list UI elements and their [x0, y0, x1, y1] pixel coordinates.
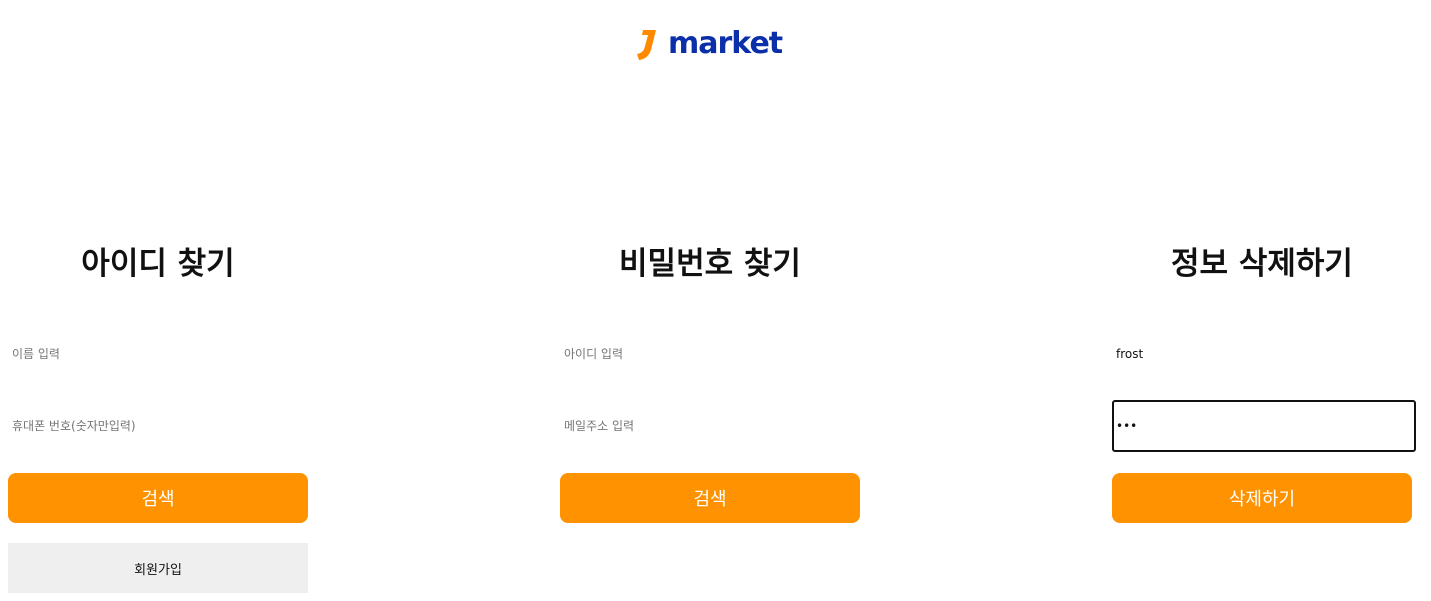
- find-password-title: 비밀번호 찾기: [619, 246, 801, 282]
- find-password-search-button[interactable]: 검색: [560, 473, 860, 523]
- find-id-title: 아이디 찾기: [81, 246, 235, 282]
- email-input[interactable]: [560, 400, 864, 452]
- delete-id-input[interactable]: [1112, 328, 1416, 380]
- delete-account-section: 정보 삭제하기 삭제하기: [1112, 0, 1416, 601]
- id-input[interactable]: [560, 328, 864, 380]
- signup-button[interactable]: 회원가입: [8, 543, 308, 593]
- find-id-search-button[interactable]: 검색: [8, 473, 308, 523]
- delete-account-title: 정보 삭제하기: [1171, 246, 1353, 282]
- phone-input[interactable]: [8, 400, 312, 452]
- find-password-section: 비밀번호 찾기 검색: [560, 0, 864, 601]
- delete-account-button[interactable]: 삭제하기: [1112, 473, 1412, 523]
- name-input[interactable]: [8, 328, 312, 380]
- find-id-section: 아이디 찾기 검색 회원가입: [8, 0, 312, 601]
- delete-password-input[interactable]: [1112, 400, 1416, 452]
